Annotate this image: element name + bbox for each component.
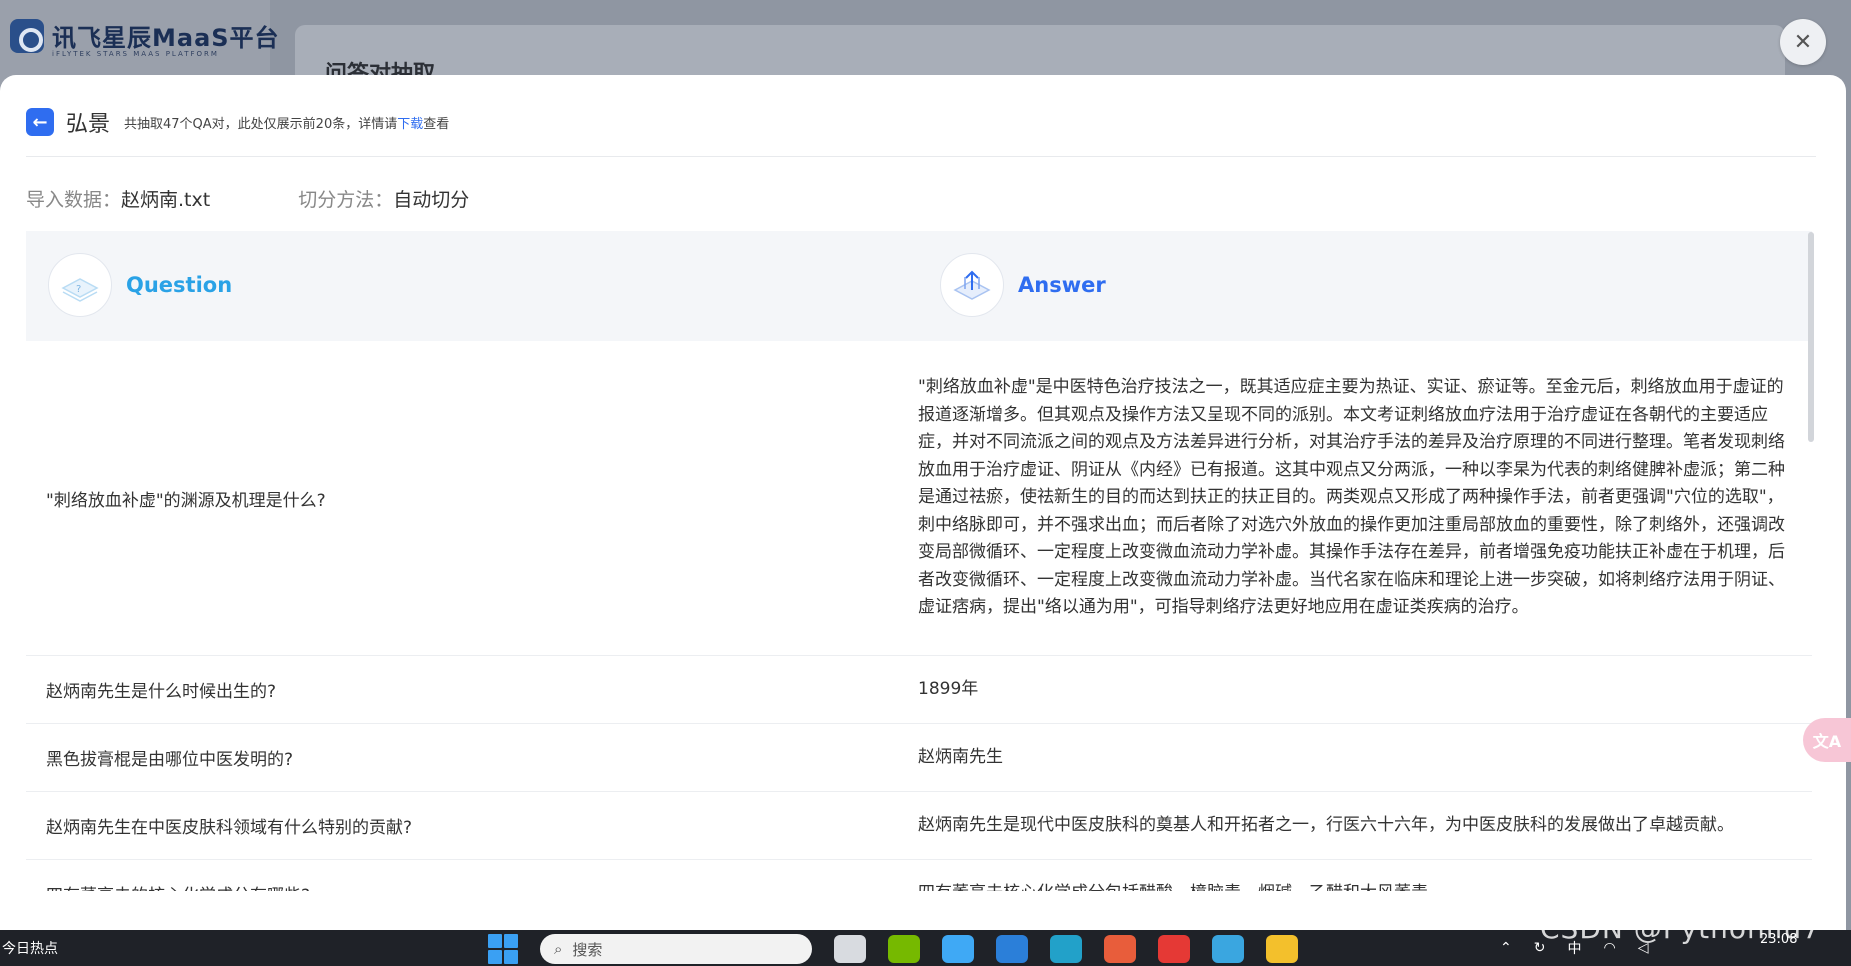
edge-icon[interactable] [1050, 935, 1082, 963]
table-row: "刺络放血补虚"的渊源及机理是什么? "刺络放血补虚"是中医特色治疗技法之一，既… [26, 341, 1812, 656]
extract-note-suffix: 查看 [423, 116, 450, 132]
close-icon: ✕ [1793, 29, 1813, 54]
nvidia-icon[interactable] [888, 935, 920, 963]
question-cell: 赵炳南先生是什么时候出生的? [46, 682, 277, 702]
question-cell: 黑色拔膏棍是由哪位中医发明的? [46, 750, 294, 770]
back-arrow-icon: ← [32, 111, 48, 133]
import-label: 导入数据： [26, 189, 122, 211]
editor-icon[interactable] [1212, 935, 1244, 963]
table-row: 赵炳南先生是什么时候出生的? 1899年 [26, 656, 1812, 724]
search-icon: ⌕ [554, 940, 563, 958]
question-cell: 赵炳南先生在中医皮肤科领域有什么特别的贡献? [46, 818, 413, 838]
close-modal-button[interactable]: ✕ [1780, 19, 1826, 65]
taskbar-news[interactable]: 今日热点 [0, 930, 120, 966]
logo-name: 讯飞星辰MaaS平台 [52, 24, 280, 52]
answer-header-label: Answer [1018, 273, 1106, 297]
answer-icon [940, 253, 1004, 317]
taskbar-apps: ⌕ 搜索 [488, 934, 1298, 964]
page-title: 弘景 [66, 112, 111, 137]
answer-cell: 赵炳南先生 [918, 746, 1003, 767]
back-button[interactable]: ← [26, 108, 54, 136]
table-row: 四有莠亭去的核心化学成分有哪些? 四有莠亭去核心化学成分包括醋酸、樟脑毒、烟碱、… [26, 860, 1812, 891]
answer-cell: 1899年 [918, 678, 979, 699]
answer-cell: 赵炳南先生是现代中医皮肤科的奠基人和开拓者之一，行医六十六年，为中医皮肤科的发展… [918, 814, 1734, 835]
browser-icon[interactable] [996, 935, 1028, 963]
store-icon[interactable] [1104, 935, 1136, 963]
folder-icon[interactable] [1266, 935, 1298, 963]
csdn-watermark: CSDN @Pythonliu7 [1540, 912, 1821, 945]
import-meta: 导入数据： 赵炳南.txt 切分方法： 自动切分 [26, 185, 469, 212]
import-value: 赵炳南.txt [121, 189, 211, 211]
extract-note: 共抽取47个QA对，此处仅展示前20条，详情请 [124, 116, 398, 132]
question-cell: 四有莠亭去的核心化学成分有哪些? [26, 860, 918, 891]
split-value: 自动切分 [393, 189, 470, 211]
chat-app-icon[interactable] [942, 935, 974, 963]
modal-header: ← 弘景 共抽取47个QA对，此处仅展示前20条，详情请 下载 查看 [26, 102, 449, 142]
translate-icon: 文A [1812, 732, 1842, 751]
translate-button[interactable]: 文A [1803, 718, 1851, 762]
question-header-label: Question [126, 273, 233, 297]
file-icon[interactable] [834, 935, 866, 963]
windows-start-icon[interactable] [488, 934, 518, 964]
question-cell: "刺络放血补虚"的渊源及机理是什么? [46, 490, 326, 511]
question-column-header: ? Question [48, 253, 232, 317]
taskbar-search[interactable]: ⌕ 搜索 [540, 934, 812, 964]
answer-cell: 四有莠亭去核心化学成分包括醋酸、樟脑毒、烟碱、乙醋和大风莠毒 [918, 860, 1788, 891]
download-link[interactable]: 下载 [397, 113, 423, 132]
office-icon[interactable] [1158, 935, 1190, 963]
logo-subtitle: iFLYTEK STARS MAAS PLATFORM [52, 50, 219, 58]
header-divider [26, 156, 1816, 157]
logo-mark-icon [10, 18, 44, 53]
qa-detail-modal: ← 弘景 共抽取47个QA对，此处仅展示前20条，详情请 下载 查看 导入数据：… [0, 75, 1846, 930]
split-label: 切分方法： [298, 189, 394, 211]
search-placeholder: 搜索 [572, 940, 603, 959]
question-icon: ? [48, 253, 112, 317]
qa-table: ? Question Answer "刺络放血补虚"的渊源及机理是什么? "刺络… [26, 231, 1812, 891]
tray-chevron-icon[interactable]: ⌃ [1500, 940, 1512, 956]
answer-column-header: Answer [940, 253, 1106, 317]
platform-logo: 讯飞星辰MaaS平台 iFLYTEK STARS MAAS PLATFORM [10, 18, 280, 58]
answer-cell: "刺络放血补虚"是中医特色治疗技法之一，既其适应症主要为热证、实证、瘀证等。至金… [918, 377, 1785, 618]
table-scrollbar[interactable] [1808, 232, 1814, 442]
table-header: ? Question Answer [26, 231, 1812, 341]
table-row: 黑色拔膏棍是由哪位中医发明的? 赵炳南先生 [26, 724, 1812, 792]
svg-text:?: ? [76, 284, 81, 295]
table-row: 赵炳南先生在中医皮肤科领域有什么特别的贡献? 赵炳南先生是现代中医皮肤科的奠基人… [26, 792, 1812, 860]
